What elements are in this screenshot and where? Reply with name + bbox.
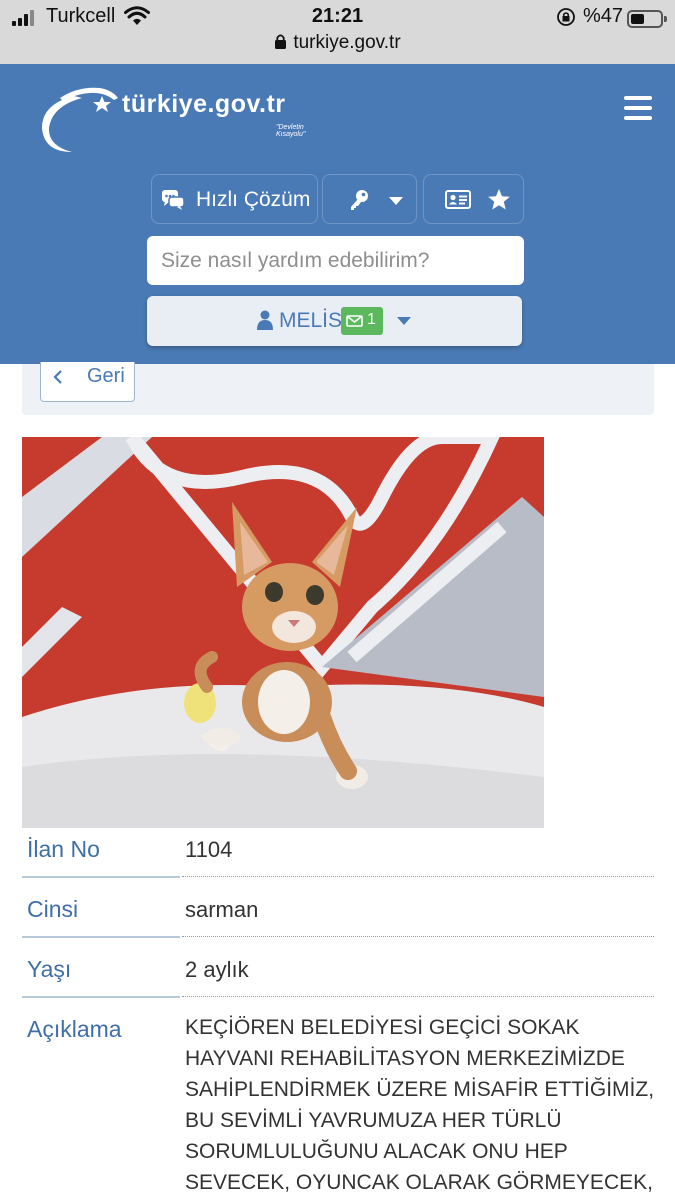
key-icon bbox=[351, 190, 368, 210]
back-label: Geri bbox=[87, 365, 125, 387]
user-name: MELİS bbox=[279, 309, 343, 332]
detail-label: Yaşı bbox=[27, 956, 72, 982]
search-box bbox=[147, 236, 657, 285]
detail-row-ilan-no: İlan No 1104 bbox=[22, 829, 654, 889]
logo-text: türkiye.gov.tr bbox=[122, 90, 286, 118]
detail-value: 1104 bbox=[185, 837, 233, 862]
user-menu[interactable]: MELİS 1 bbox=[147, 296, 522, 346]
detail-label: Açıklama bbox=[27, 1016, 122, 1042]
site-header: türkiye.gov.tr "Devletin Kısayolu" Hızlı… bbox=[0, 64, 675, 364]
lock-icon bbox=[275, 34, 287, 49]
listing-photo bbox=[22, 437, 544, 828]
message-badge[interactable]: 1 bbox=[341, 307, 383, 335]
back-button[interactable]: Geri bbox=[40, 362, 135, 402]
address-bar[interactable]: turkiye.gov.tr bbox=[0, 32, 675, 54]
detail-row-aciklama: Açıklama KEÇİÖREN BELEDİYESİ GEÇİCİ SOKA… bbox=[22, 1009, 654, 1200]
logo-crescent-icon bbox=[42, 87, 118, 152]
battery-percent: %47 bbox=[583, 5, 624, 27]
url-text: turkiye.gov.tr bbox=[293, 32, 401, 53]
detail-value: sarman bbox=[185, 897, 259, 922]
id-card-icon bbox=[445, 190, 471, 209]
quick-solution-button[interactable]: Hızlı Çözüm bbox=[151, 174, 318, 224]
user-icon bbox=[257, 310, 273, 330]
status-bar: Turkcell 21:21 %47 turkiye.gov.tr bbox=[0, 0, 675, 64]
detail-row-yasi: Yaşı 2 aylık bbox=[22, 949, 654, 1009]
chat-bubbles-icon bbox=[162, 190, 185, 210]
search-input[interactable] bbox=[161, 236, 481, 285]
description-text: KEÇİÖREN BELEDİYESİ GEÇİCİ SOKAK HAYVANI… bbox=[185, 1016, 655, 1194]
chevron-down-icon bbox=[389, 197, 403, 205]
detail-row-cinsi: Cinsi sarman bbox=[22, 889, 654, 949]
chevron-left-icon bbox=[53, 370, 62, 384]
envelope-icon bbox=[346, 315, 363, 327]
listing-details: İlan No 1104 Cinsi sarman Yaşı 2 aylık A… bbox=[22, 829, 654, 1200]
detail-label: İlan No bbox=[27, 836, 100, 862]
logo-tagline: "Devletin Kısayolu" bbox=[276, 124, 306, 138]
menu-icon[interactable] bbox=[624, 96, 652, 120]
site-logo[interactable]: türkiye.gov.tr "Devletin Kısayolu" bbox=[30, 76, 330, 156]
quick-solution-label: Hızlı Çözüm bbox=[196, 188, 311, 211]
battery-icon bbox=[627, 10, 667, 28]
kitten-photo-image bbox=[22, 437, 544, 828]
id-card-favorites-button[interactable] bbox=[423, 174, 524, 224]
login-key-button[interactable] bbox=[322, 174, 417, 224]
star-icon bbox=[488, 189, 510, 210]
detail-value: 2 aylık bbox=[185, 957, 249, 982]
search-icon[interactable] bbox=[635, 248, 657, 270]
detail-label: Cinsi bbox=[27, 896, 79, 922]
orientation-lock-icon bbox=[557, 8, 575, 26]
chevron-down-icon bbox=[397, 317, 411, 325]
message-count: 1 bbox=[367, 311, 376, 328]
back-bar: Geri bbox=[22, 362, 654, 415]
